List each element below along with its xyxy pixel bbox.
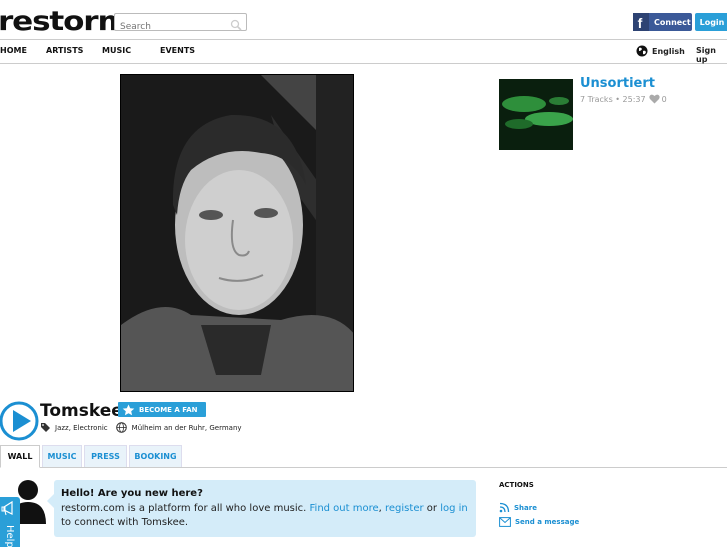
bubble-arrow <box>47 494 54 508</box>
welcome-text: restorm.com is a platform for all who lo… <box>61 503 468 528</box>
play-icon <box>0 401 39 441</box>
star-icon <box>122 404 135 415</box>
help-tab[interactable]: Help <box>0 497 20 548</box>
become-fan-button[interactable]: BECOME A FAN <box>118 402 206 417</box>
artist-location: Mülheim an der Ruhr, Germany <box>131 423 242 432</box>
language-label: English <box>652 46 685 56</box>
rss-icon <box>499 502 510 513</box>
facebook-icon: f <box>633 13 649 31</box>
search-icon[interactable] <box>230 16 242 35</box>
artist-photo <box>120 74 354 392</box>
divider <box>0 467 727 468</box>
search-input[interactable] <box>115 19 225 35</box>
divider <box>0 63 727 64</box>
globe-icon <box>636 45 648 57</box>
artist-meta: Jazz, Electronic Mülheim an der Ruhr, Ge… <box>40 422 242 433</box>
find-out-more-link[interactable]: Find out more <box>310 503 379 514</box>
tab-booking[interactable]: BOOKING <box>129 445 182 468</box>
like-count: 0 <box>661 94 667 104</box>
facebook-connect-label: Connect <box>654 17 691 27</box>
signup-link[interactable]: Sign up <box>696 46 727 64</box>
nav-events[interactable]: EVENTS <box>160 46 195 55</box>
envelope-icon <box>499 517 511 527</box>
tab-press[interactable]: PRESS <box>84 445 127 468</box>
register-link[interactable]: register <box>385 503 424 514</box>
megaphone-icon <box>1 500 13 516</box>
play-button[interactable] <box>0 401 39 441</box>
playlist-meta: 7 Tracks • 25:37 0 <box>580 94 667 104</box>
language-selector[interactable]: English <box>636 45 685 57</box>
playlist-thumbnail[interactable] <box>499 79 573 150</box>
welcome-heading: Hello! Are you new here? <box>61 488 203 499</box>
nav-home[interactable]: HOME <box>0 46 27 55</box>
send-message-link[interactable]: Send a message <box>499 517 579 527</box>
facebook-connect-button[interactable]: f Connect <box>633 13 692 31</box>
playlist-title[interactable]: Unsortiert <box>580 76 655 91</box>
logo[interactable]: restorm <box>0 6 130 37</box>
tab-wall[interactable]: WALL <box>0 445 40 468</box>
nav-artists[interactable]: ARTISTS <box>46 46 83 55</box>
search-box[interactable] <box>114 13 247 35</box>
playlist-duration: 7 Tracks • 25:37 <box>580 94 646 104</box>
profile-tabs: WALL MUSIC PRESS BOOKING <box>0 445 727 468</box>
login-link[interactable]: log in <box>440 503 468 514</box>
actions-heading: ACTIONS <box>499 481 534 489</box>
nav-music[interactable]: MUSIC <box>102 46 131 55</box>
artist-genres: Jazz, Electronic <box>55 423 108 432</box>
divider <box>0 39 727 40</box>
artist-name: Tomskee <box>40 401 123 421</box>
become-fan-label: BECOME A FAN <box>139 405 198 414</box>
tag-icon <box>41 423 50 432</box>
share-link[interactable]: Share <box>499 502 537 513</box>
help-tab-label: Help <box>4 525 15 547</box>
tab-music[interactable]: MUSIC <box>42 445 82 468</box>
globe-icon <box>115 422 127 433</box>
login-button[interactable]: Login <box>695 13 727 31</box>
heart-icon[interactable] <box>648 94 660 104</box>
